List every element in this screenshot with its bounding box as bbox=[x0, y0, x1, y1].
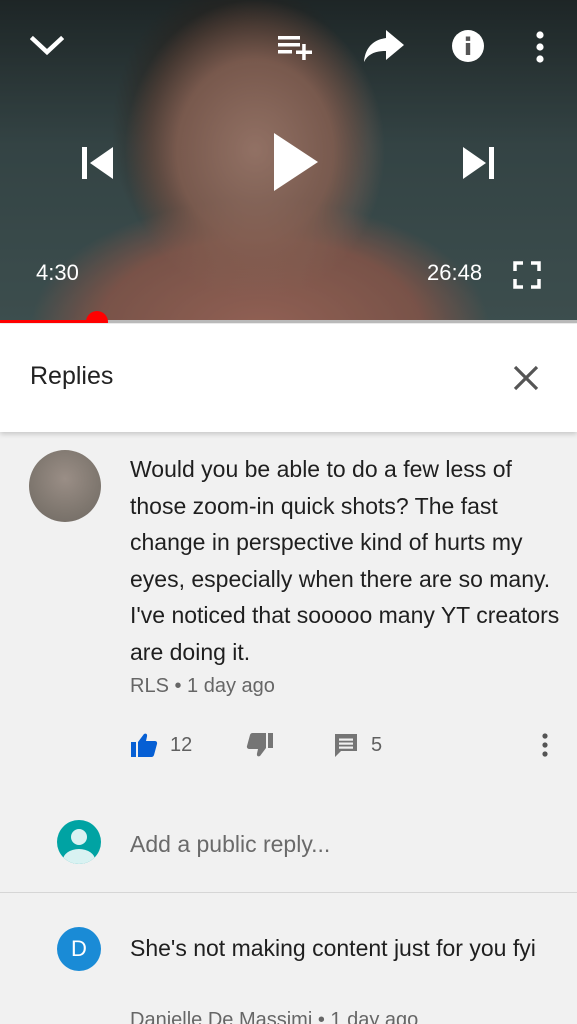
comment-more-button[interactable] bbox=[530, 725, 560, 765]
replier-avatar[interactable]: D bbox=[57, 927, 101, 971]
play-button[interactable] bbox=[262, 126, 328, 198]
skip-next-icon bbox=[463, 147, 494, 179]
comment-author[interactable]: RLS bbox=[130, 675, 169, 697]
person-icon bbox=[63, 829, 95, 864]
info-icon bbox=[452, 30, 484, 62]
dislike-button[interactable] bbox=[246, 725, 274, 765]
replies-header: Replies bbox=[0, 324, 577, 432]
comment-age: 1 day ago bbox=[187, 675, 275, 697]
chevron-down-icon bbox=[30, 35, 64, 56]
progress-scrubber[interactable] bbox=[85, 311, 108, 323]
duration: 26:48 bbox=[427, 260, 483, 285]
skip-previous-icon bbox=[82, 147, 113, 179]
replies-title: Replies bbox=[30, 362, 114, 390]
previous-button[interactable] bbox=[74, 140, 120, 186]
user-avatar bbox=[57, 820, 101, 864]
progress-bar[interactable] bbox=[0, 311, 577, 323]
meta-separator: • bbox=[174, 675, 182, 697]
close-replies-button[interactable] bbox=[500, 352, 552, 404]
more-vert-icon bbox=[542, 733, 548, 757]
like-button[interactable]: 12 bbox=[130, 725, 192, 765]
comment-actions: 12 5 bbox=[0, 725, 577, 765]
play-icon bbox=[274, 133, 318, 191]
fullscreen-button[interactable] bbox=[510, 258, 544, 292]
fullscreen-icon bbox=[513, 261, 541, 289]
comment-meta: RLS • 1 day ago bbox=[130, 675, 275, 698]
thumbs-up-icon bbox=[131, 733, 158, 757]
comment-text: Would you be able to do a few less of th… bbox=[130, 456, 560, 665]
reply-count: 5 bbox=[371, 733, 383, 756]
view-replies-button[interactable]: 5 bbox=[333, 725, 382, 765]
progress-played bbox=[0, 320, 97, 323]
divider bbox=[0, 892, 577, 893]
share-icon bbox=[364, 30, 404, 62]
minimize-button[interactable] bbox=[26, 28, 68, 64]
comment-icon bbox=[335, 734, 357, 757]
close-icon bbox=[513, 365, 539, 391]
reply-text: She's not making content just for you fy… bbox=[130, 935, 536, 961]
current-time: 4:30 bbox=[36, 260, 79, 285]
video-player[interactable]: 4:30 26:48 bbox=[0, 0, 577, 323]
share-button[interactable] bbox=[360, 24, 408, 68]
reply-input[interactable] bbox=[130, 829, 530, 859]
reply-age: 1 day ago bbox=[330, 1009, 419, 1024]
reply-author[interactable]: Danielle De Massimi bbox=[130, 1009, 312, 1024]
more-vert-icon bbox=[536, 31, 544, 63]
reply-meta: Danielle De Massimi • 1 day ago bbox=[130, 1009, 418, 1024]
info-button[interactable] bbox=[450, 28, 486, 64]
thumbs-down-icon bbox=[246, 733, 273, 757]
meta-separator: • bbox=[317, 1009, 325, 1024]
next-button[interactable] bbox=[456, 140, 502, 186]
playlist-add-icon bbox=[278, 36, 312, 60]
like-count: 12 bbox=[170, 733, 193, 756]
add-to-playlist-button[interactable] bbox=[272, 28, 318, 64]
more-options-button[interactable] bbox=[528, 28, 552, 66]
commenter-avatar[interactable] bbox=[29, 450, 101, 522]
